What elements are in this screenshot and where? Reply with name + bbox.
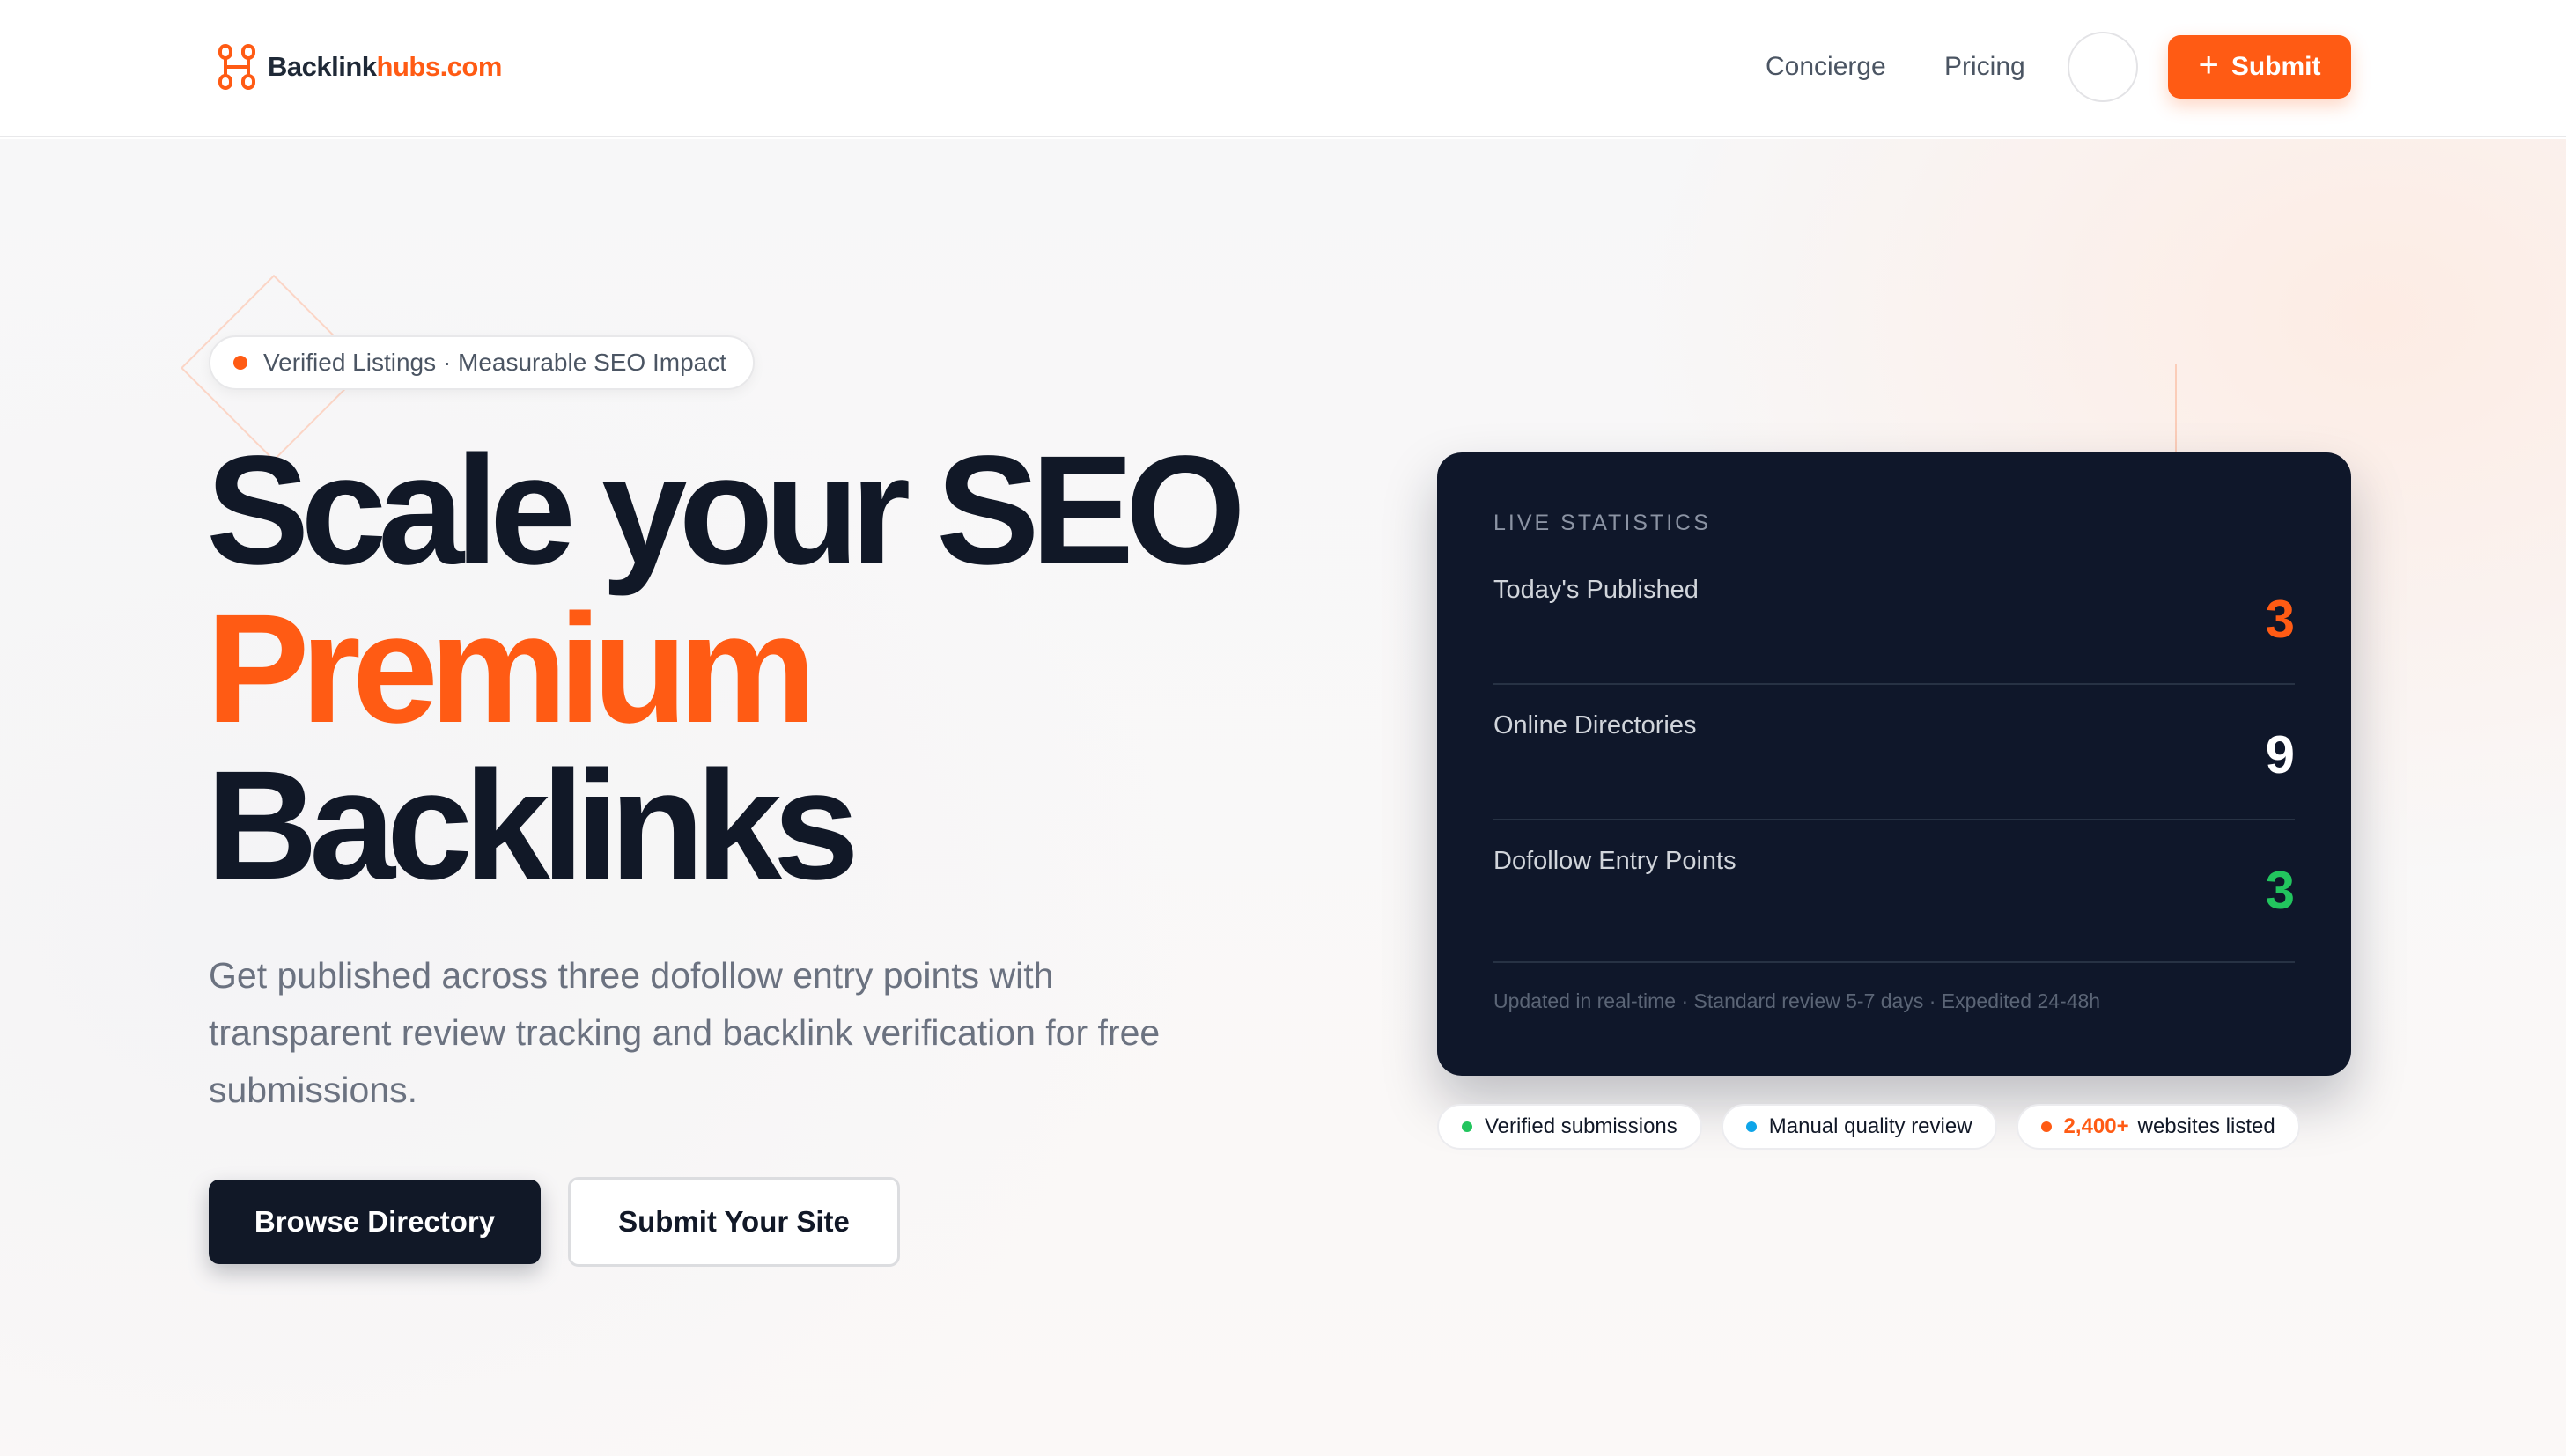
stat-name: Dofollow Entry Points (1493, 847, 1736, 875)
browse-directory-button[interactable]: Browse Directory (209, 1180, 541, 1264)
nav-concierge[interactable]: Concierge (1766, 49, 1886, 85)
badge-manual-review: Manual quality review (1721, 1104, 1997, 1150)
submit-your-site-button[interactable]: Submit Your Site (568, 1177, 900, 1267)
green-dot-icon (1462, 1121, 1472, 1132)
nav-pricing[interactable]: Pricing (1944, 49, 2025, 85)
badge-websites-listed: 2,400+ websites listed (2016, 1104, 2300, 1150)
plus-icon: + (2198, 46, 2219, 85)
decorative-line (2175, 364, 2177, 452)
stat-name: Online Directories (1493, 711, 1697, 739)
headline-line-2: Premium (206, 583, 816, 755)
status-dot-icon (233, 356, 247, 370)
divider (1493, 819, 2295, 820)
hero-subheading: Get published across three dofollow entr… (209, 955, 1161, 1110)
badge-text: websites listed (2137, 1114, 2275, 1138)
top-header: Backlinkhubs.com Concierge Pricing + Sub… (0, 0, 2566, 137)
divider (1493, 683, 2295, 685)
hero-tag-text: Verified Listings · Measurable SEO Impac… (263, 349, 727, 376)
trust-badges: Verified submissions Manual quality revi… (1437, 1104, 2319, 1150)
blue-dot-icon (1745, 1121, 1757, 1132)
badge-text: Manual quality review (1768, 1114, 1972, 1138)
badge-verified: Verified submissions (1437, 1104, 1702, 1150)
badge-highlight: 2,400+ (2063, 1114, 2129, 1138)
logo-text: Backlinkhubs.com (268, 51, 502, 83)
logo-mark-icon (218, 44, 255, 90)
user-avatar[interactable] (2068, 32, 2138, 102)
submit-button-label: Submit (2231, 52, 2321, 81)
logo-text-part1: Backlink (268, 51, 377, 82)
stat-name: Today's Published (1493, 576, 1699, 604)
stat-value: 3 (2265, 861, 2295, 920)
stat-value: 9 (2265, 725, 2295, 784)
headline-line-3: Backlinks (206, 739, 859, 912)
divider (1493, 961, 2295, 963)
headline-line-1: Scale your SEO (206, 424, 1246, 597)
live-statistics-card: LIVE STATISTICS Today's Published 3 Onli… (1437, 452, 2351, 1076)
card-label: LIVE STATISTICS (1493, 511, 1711, 535)
orange-dot-icon (2040, 1121, 2052, 1132)
card-footer-note: Updated in real-time · Standard review 5… (1493, 989, 2101, 1012)
hero-tag-pill: Verified Listings · Measurable SEO Impac… (209, 335, 755, 390)
stat-value: 3 (2265, 590, 2295, 649)
submit-button[interactable]: + Submit (2168, 35, 2351, 99)
logo-text-part2: hubs.com (376, 51, 503, 82)
badge-text: Verified submissions (1485, 1114, 1677, 1138)
brand-logo[interactable]: Backlinkhubs.com (217, 42, 502, 92)
